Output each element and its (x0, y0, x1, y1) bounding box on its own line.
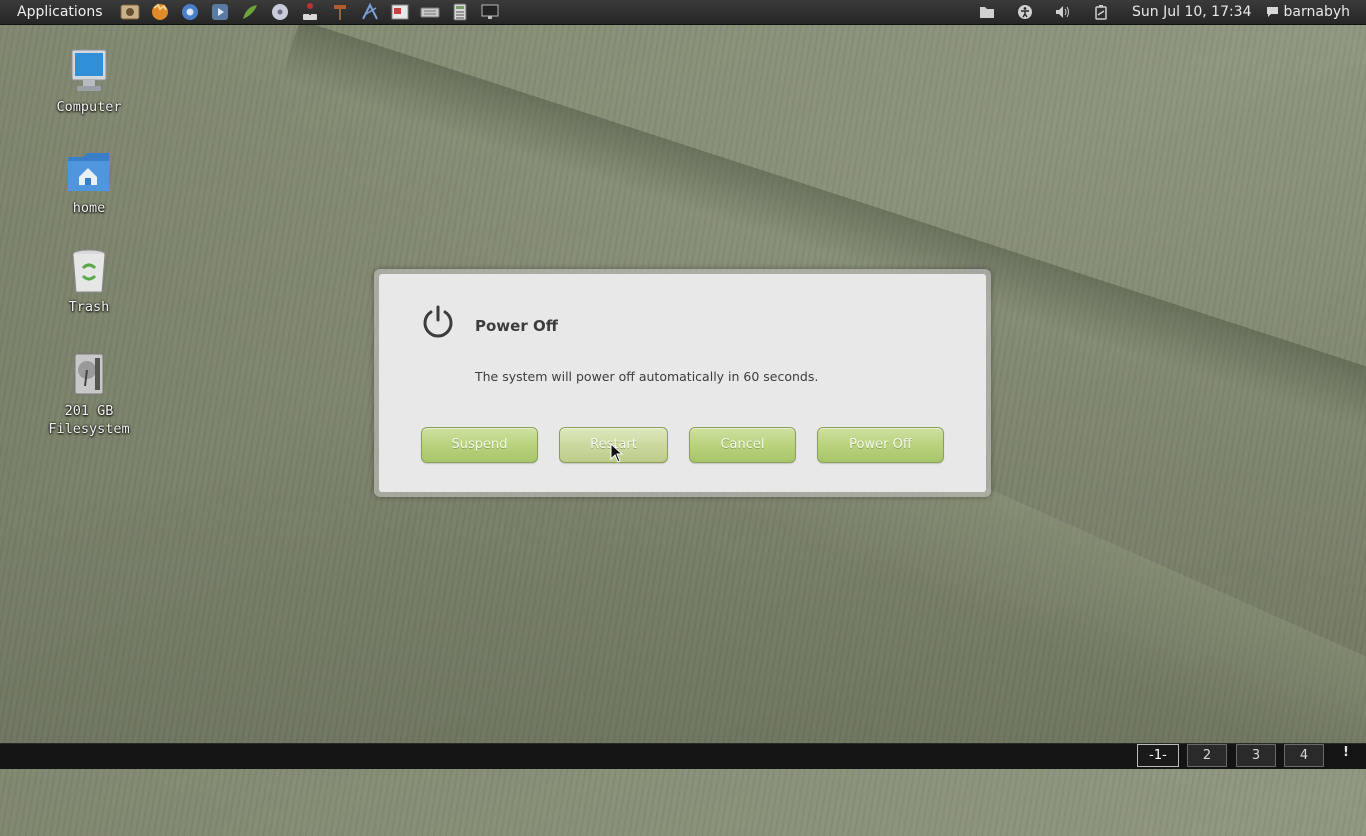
hammer-tool-icon[interactable] (329, 2, 351, 22)
battery-icon[interactable] (1090, 2, 1112, 22)
workspace-4[interactable]: 4 (1284, 744, 1324, 767)
workspace-1[interactable]: -1- (1137, 744, 1179, 767)
calculator-icon[interactable] (449, 2, 471, 22)
trash-icon (65, 248, 113, 296)
desktop-icon-filesystem[interactable]: 201 GB Filesystem (39, 352, 139, 438)
inkscape-icon[interactable] (239, 2, 261, 22)
image-viewer-icon[interactable] (119, 2, 141, 22)
panel-status-area: Sun Jul 10, 17:34 barnabyh (968, 0, 1366, 24)
desktop-icon-computer[interactable]: Computer (39, 48, 139, 116)
joystick-icon[interactable] (299, 2, 321, 22)
desktop-icon-trash[interactable]: Trash (39, 248, 139, 316)
volume-icon[interactable] (1052, 2, 1074, 22)
desktop-icon-label: Filesystem (48, 421, 130, 437)
desktop-icon-label: Computer (56, 99, 122, 115)
computer-icon (65, 48, 113, 96)
geogebra-icon[interactable] (359, 2, 381, 22)
desktop-icon-label: home (72, 200, 106, 216)
workspace-3[interactable]: 3 (1236, 744, 1276, 767)
home-folder-icon (65, 149, 113, 197)
power-off-button[interactable]: Power Off (817, 427, 944, 463)
top-panel: Applications Sun Jul 10, 17:34 barnabyh (0, 0, 1366, 25)
suspend-button[interactable]: Suspend (421, 427, 538, 463)
dialog-title: Power Off (475, 317, 558, 335)
media-player-icon[interactable] (209, 2, 231, 22)
user-name: barnabyh (1283, 4, 1350, 20)
desktop-icon-home[interactable]: home (39, 149, 139, 217)
power-off-dialog: Power Off The system will power off auto… (379, 274, 986, 492)
disc-burner-icon[interactable] (269, 2, 291, 22)
clock[interactable]: Sun Jul 10, 17:34 (1132, 4, 1252, 20)
chromium-icon[interactable] (179, 2, 201, 22)
drive-icon (65, 352, 113, 400)
launcher-bar (115, 0, 505, 24)
desktop-icon-label: 201 GB (64, 403, 114, 419)
power-icon (421, 304, 455, 338)
accessibility-icon[interactable] (1014, 2, 1036, 22)
mouse-cursor-icon (610, 442, 624, 463)
firefox-icon[interactable] (149, 2, 171, 22)
notification-indicator[interactable]: ! (1343, 745, 1349, 760)
dialog-message: The system will power off automatically … (475, 369, 819, 384)
user-menu[interactable]: barnabyh (1266, 4, 1350, 20)
applications-menu[interactable]: Applications (0, 0, 115, 24)
cancel-button[interactable]: Cancel (689, 427, 796, 463)
monitor-icon[interactable] (479, 2, 501, 22)
power-off-dialog-frame: Power Off The system will power off auto… (374, 269, 991, 497)
files-icon[interactable] (976, 2, 998, 22)
keyboard-icon[interactable] (419, 2, 441, 22)
workspace-2[interactable]: 2 (1187, 744, 1227, 767)
desktop-icon-label: Trash (68, 299, 110, 315)
chat-bubble-icon (1266, 7, 1278, 17)
presentation-icon[interactable] (389, 2, 411, 22)
